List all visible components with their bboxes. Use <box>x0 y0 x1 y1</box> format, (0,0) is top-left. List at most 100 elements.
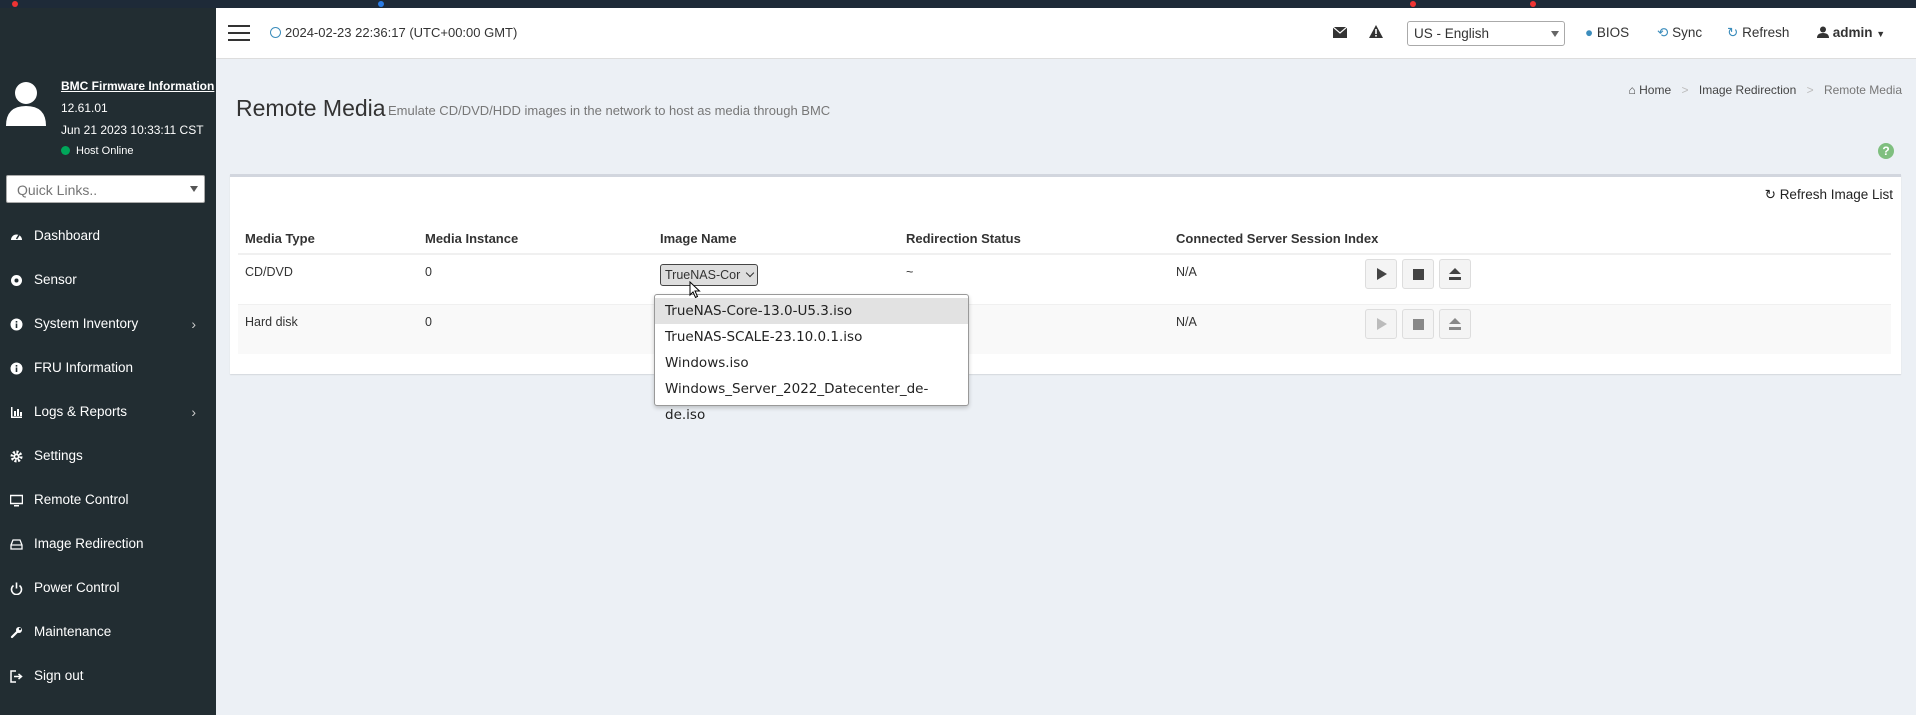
media-instance-cell: 0 <box>418 304 653 354</box>
firmware-panel: BMC Firmware Information 12.61.01 Jun 21… <box>0 68 216 168</box>
breadcrumb-current: Remote Media <box>1823 83 1902 97</box>
chevron-down-icon <box>190 186 198 192</box>
stop-redirection-button[interactable] <box>1402 309 1434 339</box>
sidebar-item-label: Sign out <box>34 668 84 683</box>
warning-icon[interactable] <box>1369 25 1383 38</box>
firmware-date: Jun 21 2023 10:33:11 CST <box>61 123 204 137</box>
sidebar-item-fru-information[interactable]: FRU Information <box>0 346 216 390</box>
breadcrumb-image-redirection[interactable]: Image Redirection <box>1699 83 1796 97</box>
session-index-value: N/A <box>1176 314 1197 329</box>
firmware-info-link[interactable]: BMC Firmware Information <box>61 79 214 93</box>
play-icon <box>1377 318 1387 330</box>
sidebar-item-remote-control[interactable]: Remote Control <box>0 478 216 522</box>
sidebar-item-maintenance[interactable]: Maintenance <box>0 610 216 654</box>
column-header: Connected Server Session Index <box>1169 223 1891 255</box>
tab-favicon-icon <box>1530 1 1536 7</box>
table-row: Hard disk 0 N/A <box>238 304 1891 354</box>
media-instance-cell: 0 <box>418 254 653 305</box>
refresh-image-list-button[interactable]: ↻ Refresh Image List <box>1765 187 1893 203</box>
bios-label: BIOS <box>1596 25 1630 40</box>
session-index-value: N/A <box>1176 265 1197 279</box>
stop-icon <box>1413 269 1424 280</box>
media-type-cell: CD/DVD <box>238 254 418 305</box>
sidebar-item-label: Sensor <box>34 272 77 287</box>
dropdown-option[interactable]: TrueNAS-SCALE-23.10.0.1.iso <box>655 324 968 350</box>
refresh-label: Refresh <box>1742 25 1790 40</box>
session-index-cell: N/A <box>1169 254 1891 305</box>
column-header: Media Type <box>238 223 418 255</box>
start-redirection-button[interactable] <box>1365 259 1397 289</box>
dropdown-option[interactable]: Windows.iso <box>655 350 968 376</box>
column-header: Media Instance <box>418 223 653 255</box>
sidebar-item-label: Power Control <box>34 580 120 595</box>
page-title: Remote Media <box>236 95 386 121</box>
sidebar-item-dashboard[interactable]: Dashboard <box>0 214 216 258</box>
stop-redirection-button[interactable] <box>1402 259 1434 289</box>
quick-links-select[interactable] <box>6 175 205 203</box>
gear-icon <box>10 450 23 463</box>
sidebar-item-logs-reports[interactable]: Logs & Reports › <box>0 390 216 434</box>
image-options-dropdown: TrueNAS-Core-13.0-U5.3.iso TrueNAS-SCALE… <box>654 294 969 423</box>
language-select[interactable]: US - English <box>1407 21 1565 46</box>
sidebar-item-label: Logs & Reports <box>34 404 128 419</box>
column-header: Image Name <box>653 223 899 255</box>
tab-favicon-icon <box>12 1 18 7</box>
dropdown-option[interactable]: Windows_Server_2022_Datecenter_de-de.iso <box>655 376 968 423</box>
table-row: CD/DVD 0 TrueNAS-Cor ~ N/A <box>238 254 1891 305</box>
main-content: Remote Media Emulate CD/DVD/HDD images i… <box>216 59 1916 715</box>
dashboard-icon <box>11 234 22 240</box>
sidebar-item-label: Maintenance <box>34 624 112 639</box>
quick-links-input[interactable] <box>15 177 189 203</box>
user-label: admin <box>1832 25 1873 40</box>
firmware-version: 12.61.01 <box>61 101 108 115</box>
info-icon: ● <box>1585 25 1594 40</box>
remote-media-panel: ↻ Refresh Image List Media Type Media In… <box>230 174 1901 374</box>
refresh-icon: ↻ <box>1727 25 1739 40</box>
chevron-down-icon <box>745 268 755 278</box>
user-menu[interactable]: admin ▼ <box>1817 25 1885 40</box>
help-icon[interactable]: ? <box>1878 143 1894 159</box>
sidebar-item-image-redirection[interactable]: Image Redirection <box>0 522 216 566</box>
eject-icon <box>1449 268 1461 274</box>
sync-icon: ⟲ <box>1657 25 1669 40</box>
sidebar-item-system-inventory[interactable]: System Inventory › <box>0 302 216 346</box>
sidebar-toggle-button[interactable] <box>228 25 250 41</box>
eject-icon <box>1449 318 1461 324</box>
refresh-button[interactable]: ↻ Refresh <box>1727 25 1789 41</box>
hdd-icon <box>10 539 23 550</box>
info-icon <box>10 318 23 331</box>
sidebar-item-label: Settings <box>34 448 83 463</box>
bar-chart-icon <box>11 407 22 418</box>
refresh-icon: ↻ <box>1764 187 1776 202</box>
breadcrumb-home[interactable]: ⌂ Home <box>1629 83 1672 97</box>
host-status: Host Online <box>61 145 133 157</box>
dropdown-option[interactable]: TrueNAS-Core-13.0-U5.3.iso <box>655 298 968 324</box>
image-name-select[interactable]: TrueNAS-Cor <box>660 264 758 286</box>
power-icon <box>10 582 23 595</box>
sidebar-item-label: Image Redirection <box>34 536 144 551</box>
media-type-cell: Hard disk <box>238 304 418 354</box>
mouse-cursor-icon <box>689 281 701 299</box>
sidebar-item-power-control[interactable]: Power Control <box>0 566 216 610</box>
sidebar-menu: Dashboard Sensor System Inventory › FRU … <box>0 214 216 698</box>
monitor-icon <box>10 494 23 507</box>
sidebar: BMC Firmware Information 12.61.01 Jun 21… <box>0 8 216 715</box>
refresh-image-list-label: Refresh Image List <box>1779 187 1893 202</box>
browser-tab-strip <box>0 0 1916 8</box>
tab-favicon-icon <box>378 1 384 7</box>
sync-button[interactable]: ⟲ Sync <box>1657 25 1702 41</box>
sidebar-item-settings[interactable]: Settings <box>0 434 216 478</box>
user-icon <box>1817 26 1829 38</box>
sidebar-item-sensor[interactable]: Sensor <box>0 258 216 302</box>
caret-down-icon: ▼ <box>1876 29 1886 39</box>
eject-button[interactable] <box>1439 309 1471 339</box>
row-actions <box>1365 259 1476 289</box>
eject-button[interactable] <box>1439 259 1471 289</box>
user-avatar-icon <box>6 82 46 126</box>
start-redirection-button[interactable] <box>1365 309 1397 339</box>
sidebar-item-label: FRU Information <box>34 360 134 375</box>
clock-icon <box>270 27 281 38</box>
bios-button[interactable]: ● BIOS <box>1585 25 1629 40</box>
envelope-icon[interactable] <box>1333 27 1347 38</box>
sidebar-item-sign-out[interactable]: Sign out <box>0 654 216 698</box>
